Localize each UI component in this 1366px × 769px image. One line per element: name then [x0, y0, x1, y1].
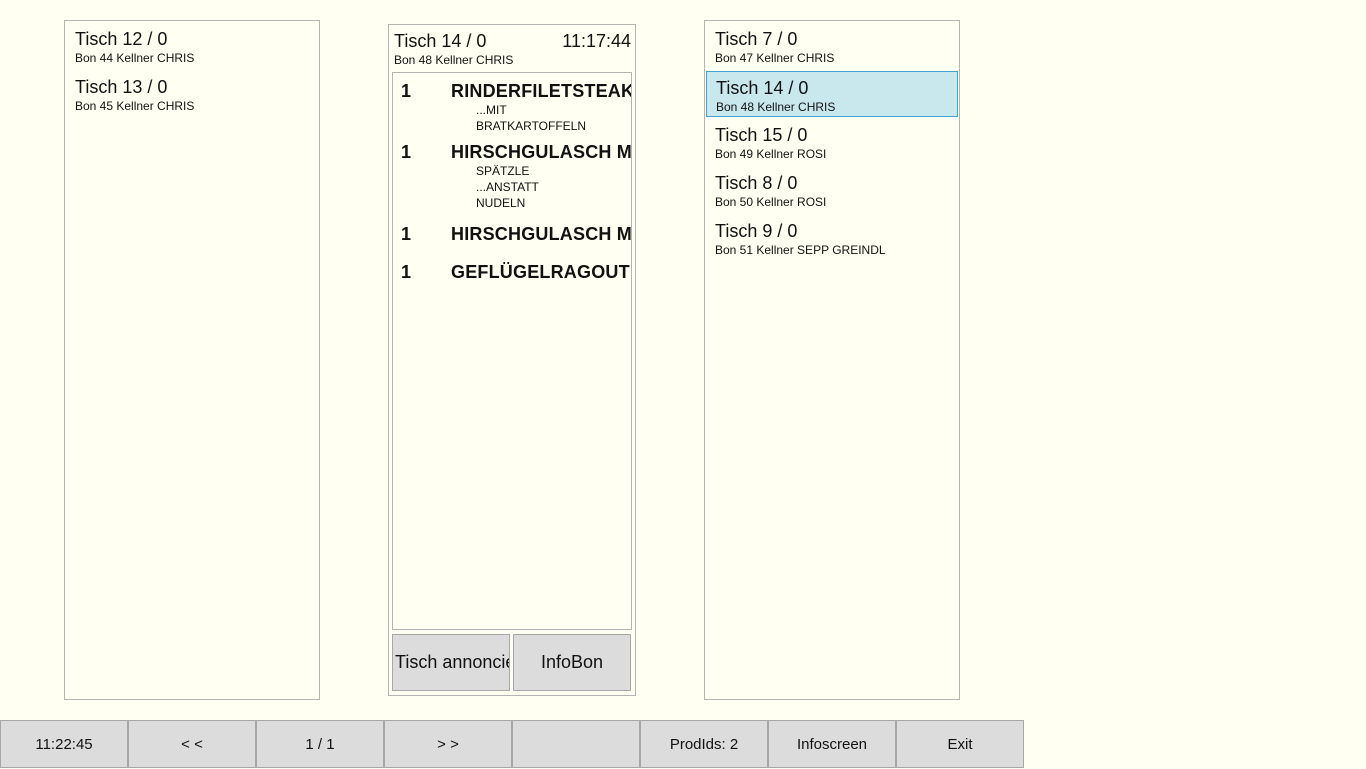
order-item-name: GEFLÜGELRAGOUT: [451, 262, 630, 282]
infobon-button[interactable]: InfoBon: [513, 634, 631, 691]
order-item-name: HIRSCHGULASCH MIT: [451, 224, 632, 244]
ticket-card[interactable]: Tisch 8 / 0 Bon 50 Kellner ROSI: [705, 165, 959, 213]
ticket-detail-title: Tisch 14 / 0: [394, 31, 487, 51]
order-item-quantity: 1: [401, 224, 412, 244]
order-item[interactable]: 1 HIRSCHGULASCH MIT SPÄTZLE ...ANSTATT N…: [393, 134, 631, 211]
ticket-card[interactable]: Tisch 9 / 0 Bon 51 Kellner SEPP GREINDL: [705, 213, 959, 261]
ticket-column-right: Tisch 7 / 0 Bon 47 Kellner CHRIS Tisch 1…: [704, 20, 960, 700]
ticket-card-selected[interactable]: Tisch 14 / 0 Bon 48 Kellner CHRIS: [706, 71, 958, 117]
order-item[interactable]: 1 HIRSCHGULASCH MIT: [393, 211, 631, 245]
ticket-card[interactable]: Tisch 12 / 0 Bon 44 Kellner CHRIS: [65, 21, 319, 69]
next-page-button[interactable]: > >: [384, 720, 512, 768]
ticket-detail-header[interactable]: Tisch 14 / 0 11:17:44 Bon 48 Kellner CHR…: [389, 25, 635, 71]
infoscreen-button[interactable]: Infoscreen: [768, 720, 896, 768]
page-indicator[interactable]: 1 / 1: [256, 720, 384, 768]
ticket-title: Tisch 15 / 0: [715, 125, 808, 145]
order-item-modifier: ...MIT: [476, 103, 507, 117]
ticket-subtitle: Bon 51 Kellner SEPP GREINDL: [715, 243, 886, 257]
ticket-detail-subtitle: Bon 48 Kellner CHRIS: [394, 53, 514, 67]
ticket-card[interactable]: Tisch 15 / 0 Bon 49 Kellner ROSI: [705, 117, 959, 165]
order-item-name: HIRSCHGULASCH MIT: [451, 142, 632, 162]
ticket-title: Tisch 7 / 0: [715, 29, 798, 49]
ticket-card[interactable]: Tisch 13 / 0 Bon 45 Kellner CHRIS: [65, 69, 319, 117]
ticket-subtitle: Bon 45 Kellner CHRIS: [75, 99, 195, 113]
ticket-subtitle: Bon 48 Kellner CHRIS: [716, 100, 836, 114]
order-item-quantity: 1: [401, 81, 412, 101]
order-item-quantity: 1: [401, 262, 412, 282]
ticket-subtitle: Bon 47 Kellner CHRIS: [715, 51, 835, 65]
ticket-title: Tisch 13 / 0: [75, 77, 168, 97]
order-item-modifier: SPÄTZLE: [476, 164, 530, 178]
ticket-title: Tisch 14 / 0: [716, 78, 809, 98]
ticket-card[interactable]: Tisch 7 / 0 Bon 47 Kellner CHRIS: [705, 21, 959, 69]
order-item-name: RINDERFILETSTEAK: [451, 81, 632, 101]
ticket-subtitle: Bon 44 Kellner CHRIS: [75, 51, 195, 65]
ticket-detail-time: 11:17:44: [562, 31, 631, 51]
clock-button[interactable]: 11:22:45: [0, 720, 128, 768]
order-item[interactable]: 1 GEFLÜGELRAGOUT: [393, 245, 631, 283]
ticket-subtitle: Bon 49 Kellner ROSI: [715, 147, 827, 161]
order-item[interactable]: 1 RINDERFILETSTEAK ...MIT BRATKARTOFFELN: [393, 73, 631, 134]
order-items-list[interactable]: 1 RINDERFILETSTEAK ...MIT BRATKARTOFFELN…: [392, 72, 632, 630]
exit-button[interactable]: Exit: [896, 720, 1024, 768]
ticket-title: Tisch 8 / 0: [715, 173, 798, 193]
order-item-modifier: NUDELN: [476, 196, 526, 210]
ticket-detail-panel: Tisch 14 / 0 11:17:44 Bon 48 Kellner CHR…: [388, 24, 636, 696]
order-item-modifier: ...ANSTATT: [476, 180, 539, 194]
bottom-toolbar: 11:22:45 < < 1 / 1 > > ProdIds: 2 Infosc…: [0, 720, 1024, 768]
previous-page-button[interactable]: < <: [128, 720, 256, 768]
order-item-quantity: 1: [401, 142, 412, 162]
ticket-title: Tisch 9 / 0: [715, 221, 798, 241]
prodids-button[interactable]: ProdIds: 2: [640, 720, 768, 768]
ticket-title: Tisch 12 / 0: [75, 29, 168, 49]
announce-table-button[interactable]: Tisch annoncieren: [392, 634, 510, 691]
ticket-subtitle: Bon 50 Kellner ROSI: [715, 195, 827, 209]
ticket-column-left: Tisch 12 / 0 Bon 44 Kellner CHRIS Tisch …: [64, 20, 320, 700]
order-item-modifier: BRATKARTOFFELN: [476, 119, 587, 133]
empty-button[interactable]: [512, 720, 640, 768]
